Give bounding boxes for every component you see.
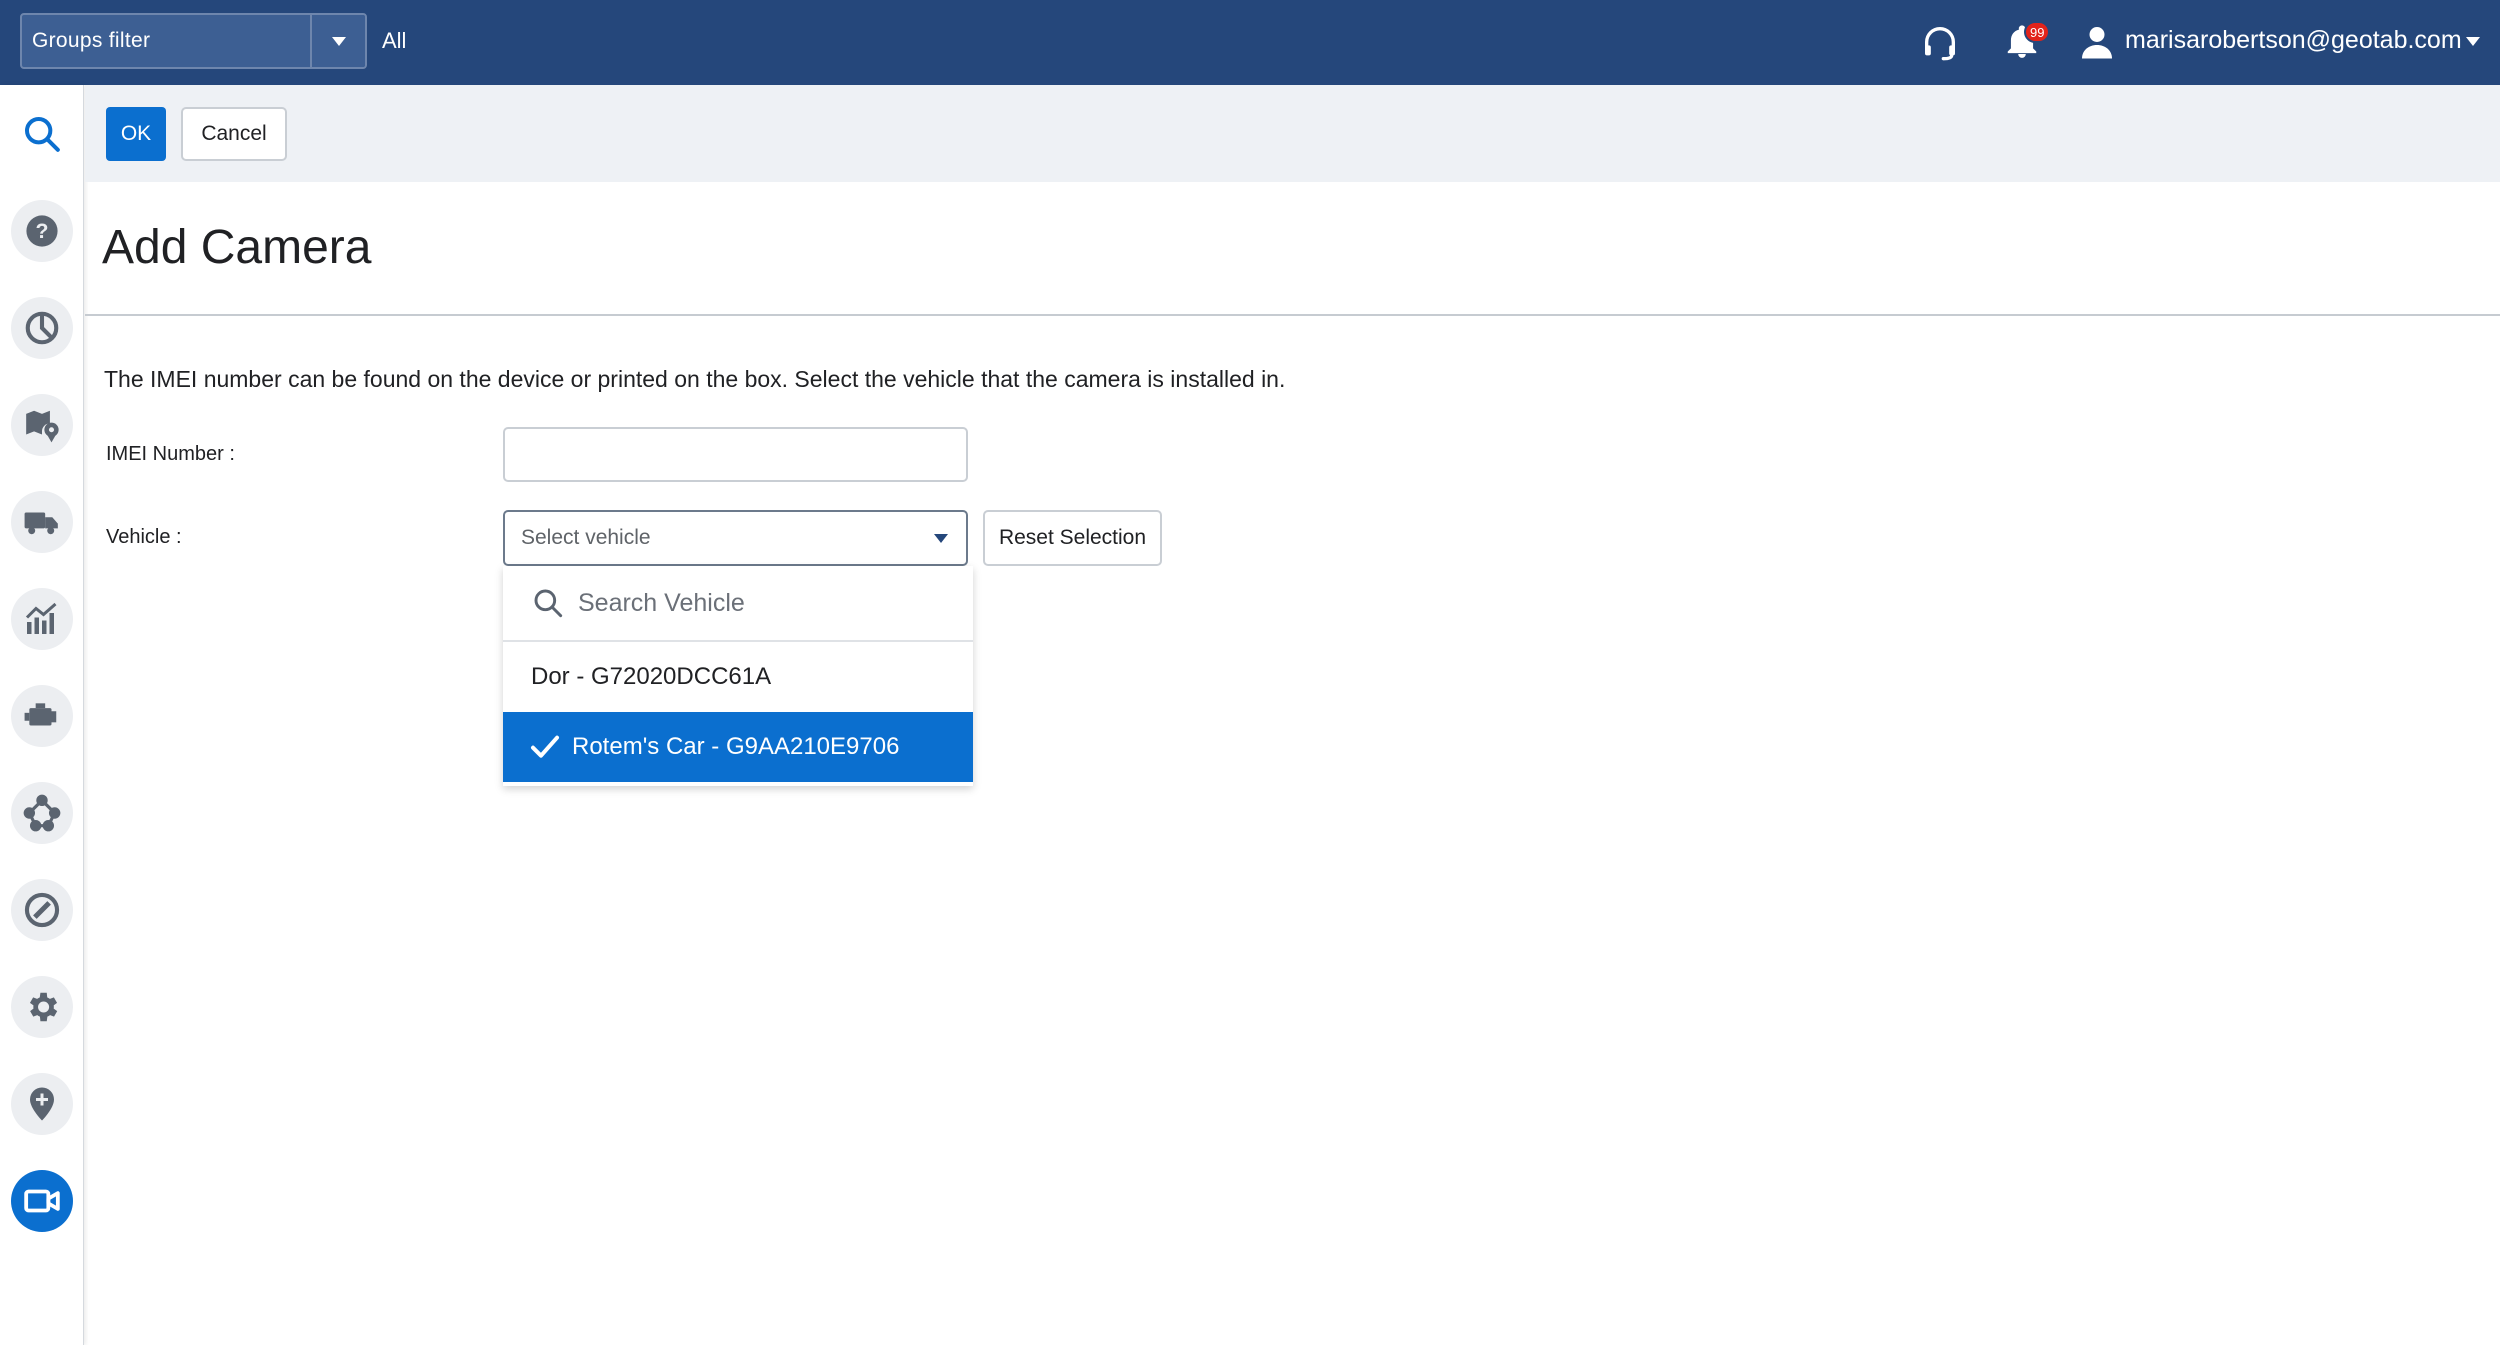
sidebar-rules-icon[interactable] [11, 782, 73, 844]
sidebar-help-icon[interactable]: ? [11, 200, 73, 262]
support-headset-icon[interactable] [1918, 20, 1962, 64]
imei-number-label: IMEI Number : [106, 443, 235, 465]
vehicle-dropdown-panel: Dor - G72020DCC61A Rotem's Car - G9AA210… [503, 566, 973, 786]
chevron-down-icon [934, 533, 948, 543]
imei-number-input[interactable] [503, 427, 968, 482]
sidebar-dashboard-icon[interactable] [11, 297, 73, 359]
sidebar-map-icon[interactable] [11, 394, 73, 456]
top-header-bar: Groups filter All 99 marisarobertson@geo… [0, 0, 2500, 85]
vehicle-search-input[interactable] [578, 588, 958, 618]
user-email[interactable]: marisarobertson@geotab.com [2125, 26, 2462, 55]
left-navigation-sidebar: ? [0, 85, 84, 1345]
search-icon [528, 583, 568, 623]
sidebar-vehicles-icon[interactable] [11, 491, 73, 553]
vehicle-label: Vehicle : [106, 526, 182, 548]
vehicle-select-placeholder: Select vehicle [521, 526, 651, 549]
vehicle-search-box[interactable] [503, 566, 973, 642]
sidebar-engine-icon[interactable] [11, 685, 73, 747]
chevron-down-icon [331, 36, 346, 46]
checkmark-icon [528, 730, 562, 764]
form-description: The IMEI number can be found on the devi… [104, 366, 1286, 392]
sidebar-camera-icon[interactable] [11, 1170, 73, 1232]
groups-filter-toggle-button[interactable] [310, 15, 365, 67]
sidebar-location-pin-icon[interactable] [11, 1073, 73, 1135]
action-toolbar [85, 85, 2500, 182]
vehicle-option-label: Rotem's Car - G9AA210E9706 [572, 733, 900, 760]
sidebar-settings-gear-icon[interactable] [11, 976, 73, 1038]
groups-filter-value: All [382, 28, 407, 53]
vehicle-select-dropdown[interactable]: Select vehicle [503, 510, 968, 566]
reset-selection-button[interactable]: Reset Selection [983, 510, 1162, 566]
sidebar-exceptions-icon[interactable] [11, 879, 73, 941]
page-title: Add Camera [102, 221, 372, 274]
cancel-button[interactable]: Cancel [181, 107, 287, 161]
vehicle-option-label: Dor - G72020DCC61A [531, 663, 772, 690]
groups-filter-dropdown[interactable]: Groups filter [20, 13, 367, 69]
vehicle-option[interactable]: Dor - G72020DCC61A [503, 642, 973, 712]
user-avatar-icon[interactable] [2075, 20, 2119, 64]
notification-count-badge: 99 [2024, 21, 2051, 43]
title-divider [85, 314, 2500, 316]
user-menu-chevron-icon[interactable] [2466, 37, 2480, 46]
sidebar-search-icon[interactable] [11, 103, 73, 165]
ok-button[interactable]: OK [106, 107, 166, 161]
sidebar-activity-chart-icon[interactable] [11, 588, 73, 650]
svg-text:?: ? [36, 219, 49, 243]
vehicle-option-selected[interactable]: Rotem's Car - G9AA210E9706 [503, 712, 973, 782]
groups-filter-label: Groups filter [32, 29, 151, 52]
